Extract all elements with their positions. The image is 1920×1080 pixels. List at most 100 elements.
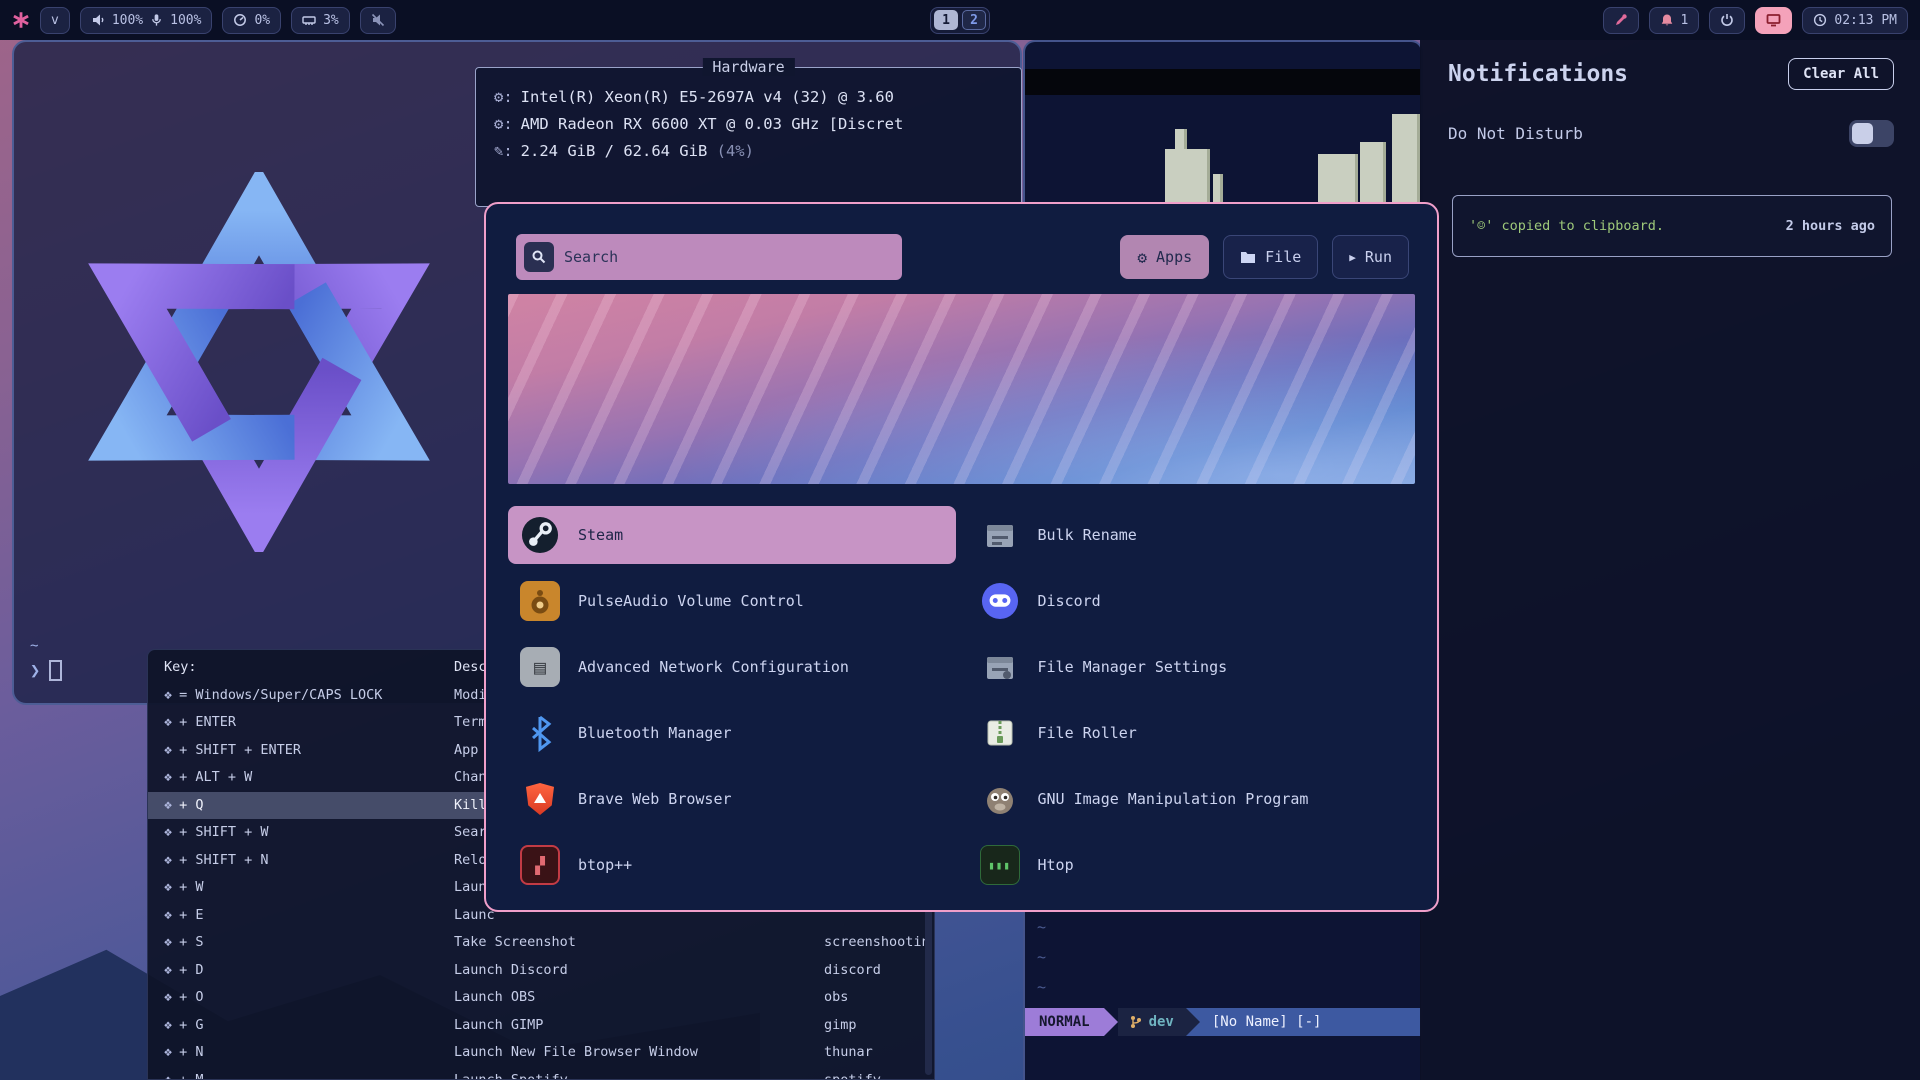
super-key-icon: ❖ bbox=[164, 962, 172, 978]
btop-icon: ▞ bbox=[520, 845, 560, 885]
super-key-icon: ❖ bbox=[164, 1017, 172, 1033]
clock-icon bbox=[1813, 13, 1827, 27]
htop-icon: ▮▮▮ bbox=[980, 845, 1020, 885]
super-key-icon: ❖ bbox=[164, 907, 172, 923]
vim-statusline: NORMAL dev [No Name] [-] bbox=[1025, 1008, 1421, 1036]
mode-button-apps[interactable]: ⚙ Apps bbox=[1120, 235, 1209, 279]
search-icon bbox=[524, 242, 554, 272]
bell-icon bbox=[1660, 13, 1674, 27]
run-icon: ▶ bbox=[1349, 251, 1356, 264]
git-branch-icon bbox=[1130, 1015, 1142, 1029]
clear-all-button[interactable]: Clear All bbox=[1788, 58, 1894, 90]
search-bar[interactable] bbox=[516, 234, 902, 280]
dnd-label: Do Not Disturb bbox=[1448, 124, 1583, 143]
tui-block bbox=[1175, 129, 1187, 149]
keybind-row: ❖+ NLaunch New File Browser Windowthunar bbox=[148, 1039, 934, 1067]
network-card-icon: ▤ bbox=[520, 647, 560, 687]
app-item-pulseaudio[interactable]: PulseAudio Volume Control bbox=[508, 572, 956, 630]
mute-widget[interactable] bbox=[360, 7, 396, 34]
notification-card[interactable]: '☺' copied to clipboard. 2 hours ago bbox=[1452, 195, 1892, 257]
app-item-bluetooth[interactable]: Bluetooth Manager bbox=[508, 704, 956, 762]
notifications-title: Notifications bbox=[1448, 61, 1628, 87]
tui-block bbox=[1392, 114, 1420, 204]
power-icon bbox=[1720, 13, 1734, 27]
version-widget[interactable]: v bbox=[40, 7, 70, 34]
super-key-icon: ❖ bbox=[164, 797, 172, 813]
hardware-cpu-line: ⚙:Intel(R) Xeon(R) E5-2697A v4 (32) @ 3.… bbox=[494, 84, 1003, 111]
app-item-btop[interactable]: ▞ btop++ bbox=[508, 836, 956, 894]
keybind-row: ❖+ MLaunch Spotifyspotify bbox=[148, 1067, 934, 1080]
gimp-icon bbox=[980, 779, 1020, 819]
terminal-title-strip bbox=[1025, 69, 1421, 95]
steam-icon bbox=[520, 515, 560, 555]
super-key-icon: ❖ bbox=[164, 989, 172, 1005]
bluetooth-icon bbox=[520, 713, 560, 753]
hardware-memory-line: ✎:2.24 GiB / 62.64 GiB (4%) bbox=[494, 138, 1003, 165]
super-key-icon: ❖ bbox=[164, 769, 172, 785]
vim-buffer-segment: [No Name] [-] bbox=[1200, 1008, 1421, 1036]
prompt-chevron: ❯ bbox=[30, 661, 40, 681]
terminal-cursor bbox=[49, 660, 62, 681]
hardware-gpu-line: ⚙:AMD Radeon RX 6600 XT @ 0.03 GHz [Disc… bbox=[494, 111, 1003, 138]
notifications-panel: Notifications Clear All Do Not Disturb '… bbox=[1420, 40, 1920, 1080]
vim-tilde: ~ bbox=[1037, 948, 1046, 966]
tui-block bbox=[1318, 154, 1358, 204]
display-icon bbox=[1766, 13, 1781, 27]
hardware-info-window: Hardware ⚙:Intel(R) Xeon(R) E5-2697A v4 … bbox=[475, 67, 1022, 207]
apps-grid-icon: ⚙ bbox=[1137, 248, 1147, 267]
keybind-row: ❖+ STake Screenshotscreenshootin bbox=[148, 929, 934, 957]
super-key-icon: ❖ bbox=[164, 852, 172, 868]
app-item-network[interactable]: ▤ Advanced Network Configuration bbox=[508, 638, 956, 696]
vim-tilde: ~ bbox=[1037, 978, 1046, 996]
cpu-icon: ⚙: bbox=[494, 88, 513, 106]
workspace-switcher: 1 2 bbox=[930, 7, 990, 34]
memory-widget[interactable]: 3% bbox=[291, 7, 350, 34]
super-key-icon: ❖ bbox=[164, 879, 172, 895]
dnd-toggle[interactable] bbox=[1849, 120, 1894, 147]
power-widget[interactable] bbox=[1709, 7, 1745, 34]
bulk-rename-icon bbox=[980, 515, 1020, 555]
color-picker-widget[interactable] bbox=[1603, 7, 1639, 34]
search-input[interactable] bbox=[564, 248, 894, 266]
app-item-brave[interactable]: Brave Web Browser bbox=[508, 770, 956, 828]
screen-record-widget[interactable] bbox=[1755, 7, 1792, 34]
app-item-steam[interactable]: Steam bbox=[508, 506, 956, 564]
statusline-arrow bbox=[1186, 1008, 1200, 1036]
hardware-title: Hardware bbox=[702, 58, 794, 76]
pulseaudio-icon bbox=[520, 581, 560, 621]
mode-button-run[interactable]: ▶ Run bbox=[1332, 235, 1409, 279]
keybind-row: ❖+ GLaunch GIMPgimp bbox=[148, 1012, 934, 1040]
workspace-2[interactable]: 2 bbox=[962, 10, 986, 30]
nix-menu-icon[interactable] bbox=[12, 11, 30, 29]
app-launcher: ⚙ Apps File ▶ Run Steam PulseAudi bbox=[484, 202, 1439, 912]
app-item-bulk-rename[interactable]: Bulk Rename bbox=[968, 506, 1416, 564]
super-key-icon: ❖ bbox=[164, 687, 172, 703]
app-item-file-manager-settings[interactable]: File Manager Settings bbox=[968, 638, 1416, 696]
clock-widget[interactable]: 02:13 PM bbox=[1802, 7, 1908, 34]
notification-message: '☺' copied to clipboard. bbox=[1469, 218, 1664, 234]
app-item-discord[interactable]: Discord bbox=[968, 572, 1416, 630]
folder-icon bbox=[1240, 251, 1256, 264]
notifications-widget[interactable]: 1 bbox=[1649, 7, 1700, 34]
color-picker-icon bbox=[1614, 13, 1628, 27]
app-item-file-roller[interactable]: File Roller bbox=[968, 704, 1416, 762]
volume-widget[interactable]: 100% 100% bbox=[80, 7, 213, 34]
terminal-prompt: ❯ bbox=[30, 660, 62, 681]
super-key-icon: ❖ bbox=[164, 934, 172, 950]
memory-icon: ✎: bbox=[494, 142, 513, 160]
tui-block bbox=[1213, 174, 1223, 204]
app-item-htop[interactable]: ▮▮▮ Htop bbox=[968, 836, 1416, 894]
microphone-icon bbox=[150, 13, 163, 27]
cpu-gauge-icon bbox=[233, 13, 247, 27]
workspace-1[interactable]: 1 bbox=[934, 10, 958, 30]
launcher-banner-image bbox=[508, 294, 1415, 484]
mode-button-file[interactable]: File bbox=[1223, 235, 1318, 279]
super-key-icon: ❖ bbox=[164, 1044, 172, 1060]
file-roller-icon bbox=[980, 713, 1020, 753]
app-item-gimp[interactable]: GNU Image Manipulation Program bbox=[968, 770, 1416, 828]
vim-tilde: ~ bbox=[1037, 918, 1046, 936]
super-key-icon: ❖ bbox=[164, 742, 172, 758]
discord-icon bbox=[980, 581, 1020, 621]
notification-timestamp: 2 hours ago bbox=[1786, 218, 1875, 234]
cpu-widget[interactable]: 0% bbox=[222, 7, 281, 34]
